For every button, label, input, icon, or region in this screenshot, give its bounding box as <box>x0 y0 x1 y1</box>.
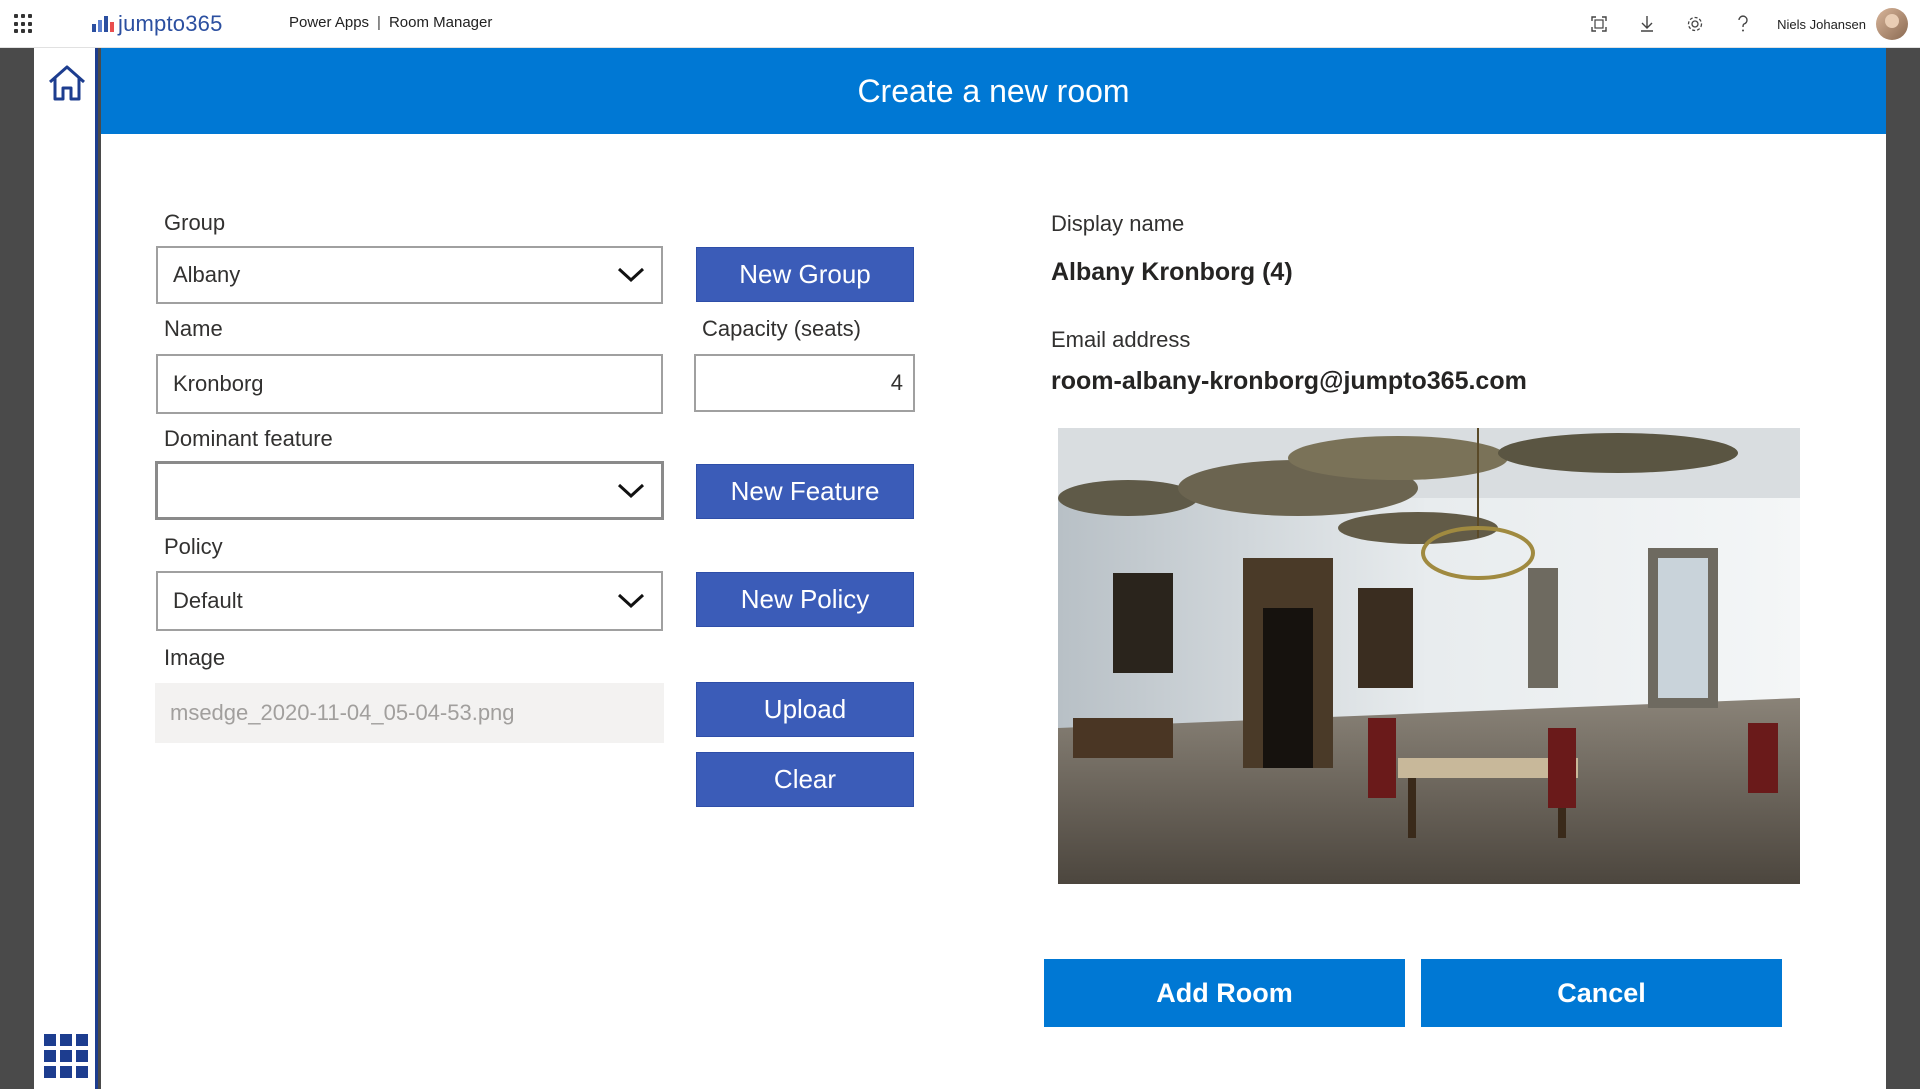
app-title: Power Apps | Room Manager <box>289 14 492 31</box>
capacity-label: Capacity (seats) <box>702 316 861 341</box>
top-icons: Niels Johansen <box>1575 0 1920 48</box>
policy-dropdown[interactable]: Default <box>156 571 663 631</box>
dominant-feature-dropdown[interactable] <box>155 461 664 520</box>
room-image <box>1058 428 1800 884</box>
chevron-down-icon[interactable] <box>601 573 661 629</box>
image-label: Image <box>164 645 226 670</box>
focus-icon[interactable] <box>1575 0 1623 48</box>
capacity-value: 4 <box>890 370 903 395</box>
home-icon[interactable] <box>46 62 88 104</box>
image-filename-value: msedge_2020-11-04_05-04-53.png <box>170 700 515 725</box>
chevron-down-icon[interactable] <box>601 464 661 517</box>
download-icon[interactable] <box>1623 0 1671 48</box>
display-name-label: Display name <box>1051 211 1185 236</box>
logo-text: jumpto365 <box>118 11 223 36</box>
left-rail <box>34 48 98 1089</box>
name-value: Kronborg <box>173 371 264 396</box>
room-photo-illustration <box>1058 428 1800 884</box>
policy-label: Policy <box>164 534 223 559</box>
capacity-input[interactable]: 4 <box>694 354 915 412</box>
apps-grid-icon[interactable] <box>44 1034 88 1078</box>
group-label: Group <box>164 210 226 235</box>
policy-value: Default <box>173 588 243 613</box>
new-feature-button[interactable]: New Feature <box>696 464 914 519</box>
group-dropdown[interactable]: Albany <box>156 246 663 304</box>
user-name[interactable]: Niels Johansen <box>1777 17 1866 32</box>
chevron-down-icon[interactable] <box>601 248 661 302</box>
cancel-button[interactable]: Cancel <box>1421 959 1782 1027</box>
new-policy-button[interactable]: New Policy <box>696 572 914 627</box>
settings-icon[interactable] <box>1671 0 1719 48</box>
company-logo[interactable]: jumpto365 <box>92 10 223 38</box>
avatar[interactable] <box>1876 8 1908 40</box>
email-label: Email address <box>1051 327 1191 352</box>
email-value: room-albany-kronborg@jumpto365.com <box>1051 367 1527 395</box>
clear-button[interactable]: Clear <box>696 752 914 807</box>
logo-mark-icon <box>92 16 114 32</box>
new-group-button[interactable]: New Group <box>696 247 914 302</box>
name-label: Name <box>164 316 223 341</box>
image-filename: msedge_2020-11-04_05-04-53.png <box>155 683 664 743</box>
help-icon[interactable] <box>1719 0 1767 48</box>
right-edge <box>1886 48 1920 1089</box>
dominant-feature-label: Dominant feature <box>164 426 333 451</box>
title-separator: | <box>377 14 381 31</box>
main-canvas: Create a new room Group Albany New Group… <box>101 48 1886 1089</box>
app-launcher-icon[interactable] <box>14 14 34 34</box>
upload-button[interactable]: Upload <box>696 682 914 737</box>
display-name-value: Albany Kronborg (4) <box>1051 258 1293 286</box>
app-name: Power Apps <box>289 14 370 31</box>
page-title: Create a new room <box>857 73 1130 109</box>
name-input[interactable]: Kronborg <box>156 354 663 414</box>
group-value: Albany <box>173 262 241 287</box>
add-room-button[interactable]: Add Room <box>1044 959 1405 1027</box>
app-title-text: Room Manager <box>388 14 493 31</box>
suite-bar: jumpto365 Power Apps | Room Manager Niels … <box>0 0 1920 48</box>
header-bar: Create a new room <box>101 48 1886 134</box>
